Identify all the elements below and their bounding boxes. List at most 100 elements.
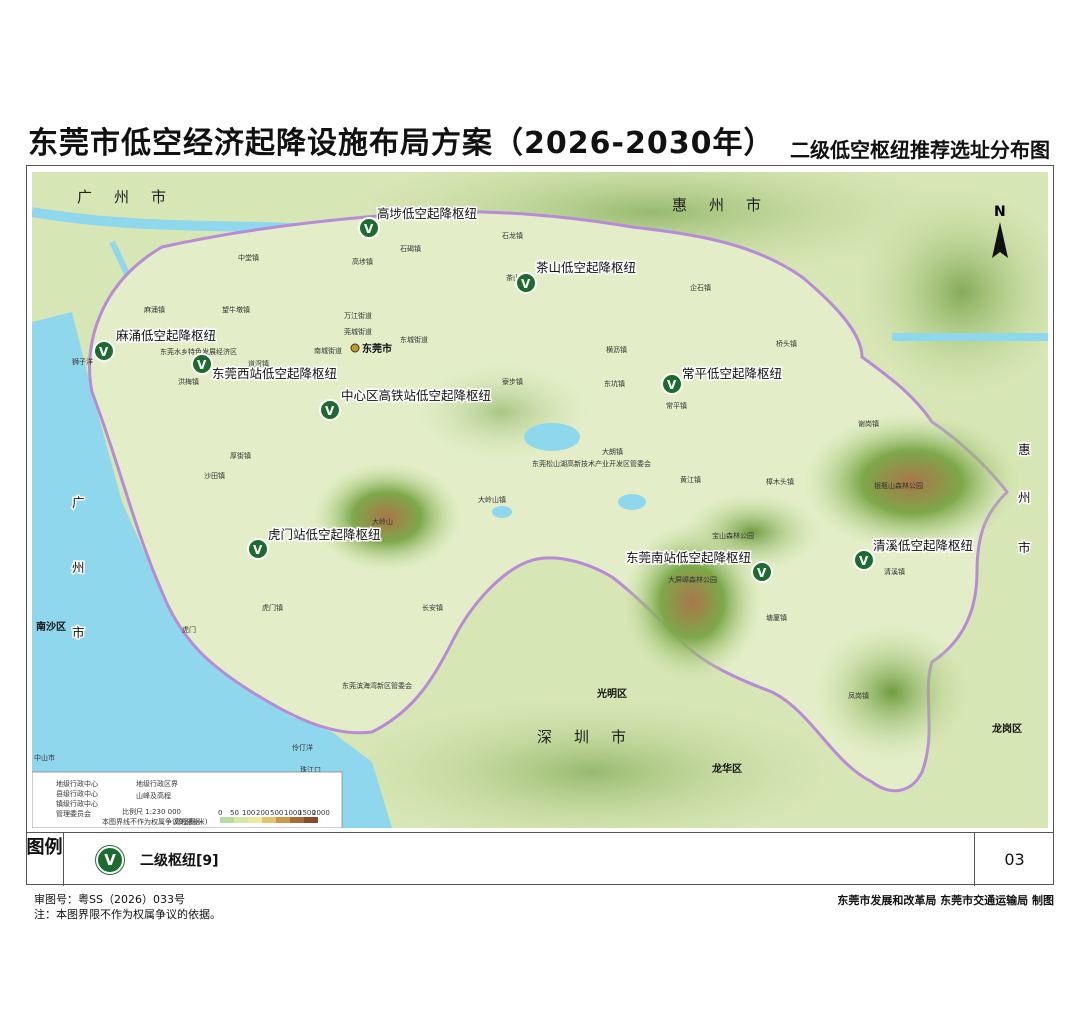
town-label: 洪梅镇: [178, 377, 199, 386]
svg-text:州: 州: [72, 560, 85, 575]
town-label: 寮步镇: [502, 377, 523, 386]
inset-legend: 地级行政中心 县级行政中心 镇级行政中心 管理委员会 地级行政区界 山峰及高程 …: [32, 771, 343, 828]
district-guangming: 光明区: [596, 687, 627, 700]
town-label: 樟木头镇: [766, 477, 794, 486]
inset-legend-item: 镇级行政中心: [56, 799, 98, 808]
svg-text:V: V: [253, 543, 263, 557]
elevation-tick: 0: [218, 809, 222, 817]
neighbor-shenzhen: 深圳市: [537, 728, 648, 746]
neighbor-huizhou-top: 惠州市: [672, 196, 783, 214]
town-label: 虎门镇: [262, 603, 283, 612]
hub-label: 麻涌低空起降枢纽: [116, 328, 216, 343]
inset-legend-item: 地级行政区界: [136, 779, 178, 788]
town-label: 望牛墩镇: [222, 305, 250, 314]
capital-label: 东莞市: [362, 342, 392, 355]
svg-text:市: 市: [72, 625, 85, 640]
svg-text:V: V: [757, 566, 767, 580]
town-label: 石碣镇: [400, 244, 421, 253]
inset-legend-item: 县级行政中心: [56, 789, 98, 798]
svg-text:V: V: [99, 345, 109, 359]
town-label: 南城街道: [314, 346, 342, 355]
neighbor-zhongshan: 中山市: [34, 753, 55, 762]
water-label: 虎门: [182, 625, 196, 634]
elevation-tick: 200: [256, 809, 269, 817]
inset-scale: 比例尺 1:230 000: [122, 807, 181, 816]
page-subtitle: 二级低空枢纽推荐选址分布图: [790, 138, 1050, 162]
water-label: 狮子洋: [72, 357, 93, 366]
town-label: 厚街镇: [230, 451, 251, 460]
elevation-label: 高程表(米): [174, 817, 208, 826]
hub-label: 虎门站低空起降枢纽: [268, 527, 381, 542]
water-label: 伶仃洋: [292, 743, 313, 752]
svg-text:广: 广: [72, 495, 85, 510]
town-label: 凤岗镇: [848, 691, 869, 700]
approval-number: 审图号：粤SS（2026）033号: [34, 893, 185, 906]
legend-title: 图例: [26, 833, 64, 886]
map-canvas[interactable]: N 广州市 惠州市 深圳市 中山市 惠 州 市 广 州 市 南沙区 光明区 龙华…: [32, 172, 1048, 828]
svg-text:V: V: [325, 404, 335, 418]
legend-item: V 二级枢纽[9]: [96, 846, 219, 874]
town-label: 东坑镇: [604, 379, 625, 388]
park-label: 大屏嶂森林公园: [668, 575, 717, 584]
town-label: 麻涌镇: [144, 305, 165, 314]
svg-text:州: 州: [1018, 490, 1031, 505]
town-label: 石龙镇: [502, 231, 523, 240]
park-label: 宝山森林公园: [712, 531, 754, 540]
elevation-tick: 2000: [312, 809, 330, 817]
town-label: 企石镇: [690, 283, 711, 292]
footer-note: 注：本图界限不作为权属争议的依据。: [34, 908, 221, 921]
svg-text:N: N: [994, 204, 1006, 220]
hub-v-icon: V: [96, 846, 124, 874]
inset-legend-item: 山峰及高程: [136, 791, 171, 800]
reservoir-2: [492, 506, 512, 518]
capital-marker-icon: [350, 343, 360, 353]
district-longhua: 龙华区: [711, 762, 742, 775]
footer-left: 审图号：粤SS（2026）033号 注：本图界限不作为权属争议的依据。: [34, 892, 221, 922]
svg-text:V: V: [667, 378, 677, 392]
dalingshan-mountain: [312, 462, 462, 572]
town-label: 万江街道: [344, 311, 372, 320]
town-label: 清溪镇: [884, 567, 905, 576]
district-nansha: 南沙区: [36, 620, 66, 633]
neighbor-guangzhou-top: 广州市: [77, 188, 188, 206]
town-label: 东莞松山湖高新技术产业开发区管委会: [532, 459, 651, 468]
inset-legend-item: 管理委员会: [56, 809, 91, 818]
town-label: 中堂镇: [238, 253, 259, 262]
town-label: 莞城街道: [344, 327, 372, 336]
svg-text:V: V: [364, 222, 374, 236]
town-label: 沙田镇: [204, 471, 225, 480]
town-label: 谢岗镇: [858, 419, 879, 428]
park-label: 大岭山: [372, 517, 393, 526]
legend-bar: 图例 V 二级枢纽[9] 03: [26, 832, 1054, 886]
town-label: 横沥镇: [606, 345, 627, 354]
songshan-lake: [524, 423, 580, 451]
town-label: 桥头镇: [776, 339, 797, 348]
hub-label: 东莞西站低空起降枢纽: [212, 366, 337, 381]
hub-label: 清溪低空起降枢纽: [873, 538, 973, 553]
legend-item-label: 二级枢纽[9]: [140, 853, 219, 869]
page-title: 东莞市低空经济起降设施布局方案（2026-2030年）: [28, 126, 775, 161]
town-label: 东城街道: [400, 335, 428, 344]
elevation-tick: 50: [230, 809, 239, 817]
hub-label: 常平低空起降枢纽: [682, 366, 782, 381]
town-label: 黄江镇: [680, 475, 701, 484]
town-label: 常平镇: [666, 401, 687, 410]
hub-label: 中心区高铁站低空起降枢纽: [341, 388, 491, 403]
svg-text:V: V: [859, 554, 869, 568]
town-label: 东莞滨海湾新区管委会: [342, 681, 412, 690]
reservoir-1: [618, 494, 646, 510]
publisher: 东莞市发展和改革局 东莞市交通运输局 制图: [837, 894, 1054, 907]
hub-label: 高埗低空起降枢纽: [377, 206, 477, 221]
page-number: 03: [974, 833, 1054, 886]
town-label: 大朗镇: [602, 447, 623, 456]
elevation-tick: 500: [270, 809, 283, 817]
hub-label: 茶山低空起降枢纽: [536, 260, 636, 275]
town-label: 塘厦镇: [766, 613, 787, 622]
svg-text:惠: 惠: [1018, 442, 1031, 457]
town-label: 长安镇: [422, 603, 443, 612]
park-label: 银瓶山森林公园: [874, 481, 923, 490]
inset-legend-item: 地级行政中心: [56, 779, 98, 788]
hub-label: 东莞南站低空起降枢纽: [626, 550, 751, 565]
town-label: 高埗镇: [352, 257, 373, 266]
district-longgang: 龙岗区: [991, 722, 1022, 735]
